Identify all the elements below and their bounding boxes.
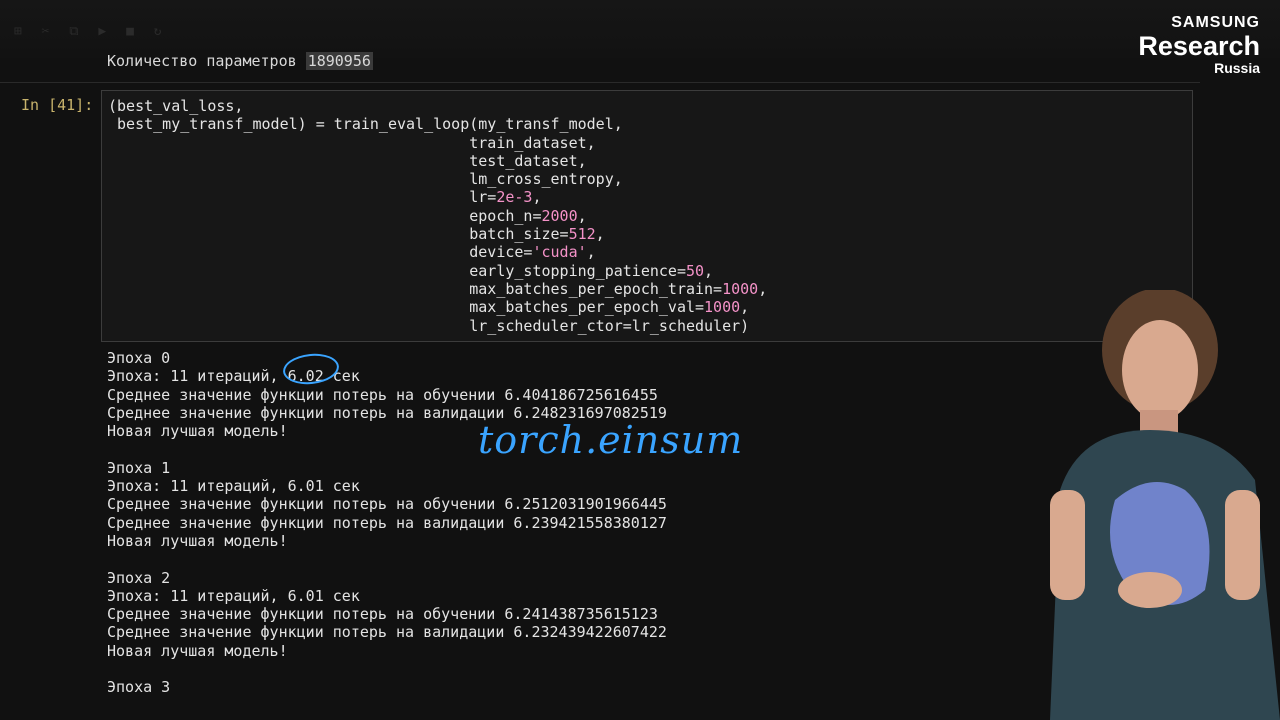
previous-cell-output: Количество параметров 1890956 — [107, 52, 373, 70]
code-line: epoch_n=2000, — [108, 206, 587, 225]
output-line: Эпоха: 11 итераций, 6.01 сек — [107, 586, 360, 605]
output-line: Эпоха: 11 итераций, 6.01 сек — [107, 477, 360, 496]
code-line: max_batches_per_epoch_train=1000, — [108, 279, 768, 298]
output-line: Эпоха: 11 итераций, 6.02 сек — [107, 367, 360, 386]
handwritten-annotation: torch.einsum — [478, 418, 744, 462]
code-line: train_dataset, — [108, 133, 596, 152]
cell-output: Эпоха 0 Эпоха: 11 итераций, 6.02 сек Средн… — [107, 349, 667, 697]
code-line: lm_cross_entropy, — [108, 170, 623, 189]
code-line: test_dataset, — [108, 151, 587, 170]
code-line: max_batches_per_epoch_val=1000, — [108, 298, 750, 317]
output-line: Среднее значение функции потерь на обуче… — [107, 385, 658, 404]
code-line: (best_val_loss, — [108, 97, 244, 115]
output-line: Эпоха 2 — [107, 568, 171, 587]
code-line: early_stopping_patience=50, — [108, 261, 714, 280]
output-line: Эпоха 0 — [107, 349, 171, 367]
cell-prompt: In [41]: — [21, 96, 94, 114]
cell-divider — [0, 82, 1200, 83]
notebook-toolbar: ⊞ ✂ ⧉ ▶ ■ ↻ — [0, 0, 1280, 58]
code-editor[interactable]: (best_val_loss, best_my_transf_model) = … — [108, 97, 767, 335]
output-line: Среднее значение функции потерь на валид… — [107, 623, 667, 642]
code-line: lr=2e-3, — [108, 188, 542, 207]
samsung-research-logo: SAMSUNG Research Russia — [1138, 14, 1260, 76]
output-line: Новая лучшая модель! — [107, 641, 288, 660]
code-line: best_my_transf_model) = train_eval_loop(… — [108, 115, 623, 134]
output-line: Среднее значение функции потерь на обуче… — [107, 495, 667, 514]
code-line: batch_size=512, — [108, 225, 605, 244]
output-line: Новая лучшая модель! — [107, 531, 288, 550]
toolbar-icons: ⊞ ✂ ⧉ ▶ ■ ↻ — [14, 24, 168, 39]
code-line: lr_scheduler_ctor=lr_scheduler) — [108, 316, 750, 335]
output-line: Среднее значение функции потерь на валид… — [107, 513, 667, 532]
output-line: Среднее значение функции потерь на обуче… — [107, 605, 658, 624]
output-line: Эпоха 3 — [107, 678, 171, 697]
code-line: device='cuda', — [108, 243, 596, 262]
presenter-video — [1050, 290, 1280, 720]
